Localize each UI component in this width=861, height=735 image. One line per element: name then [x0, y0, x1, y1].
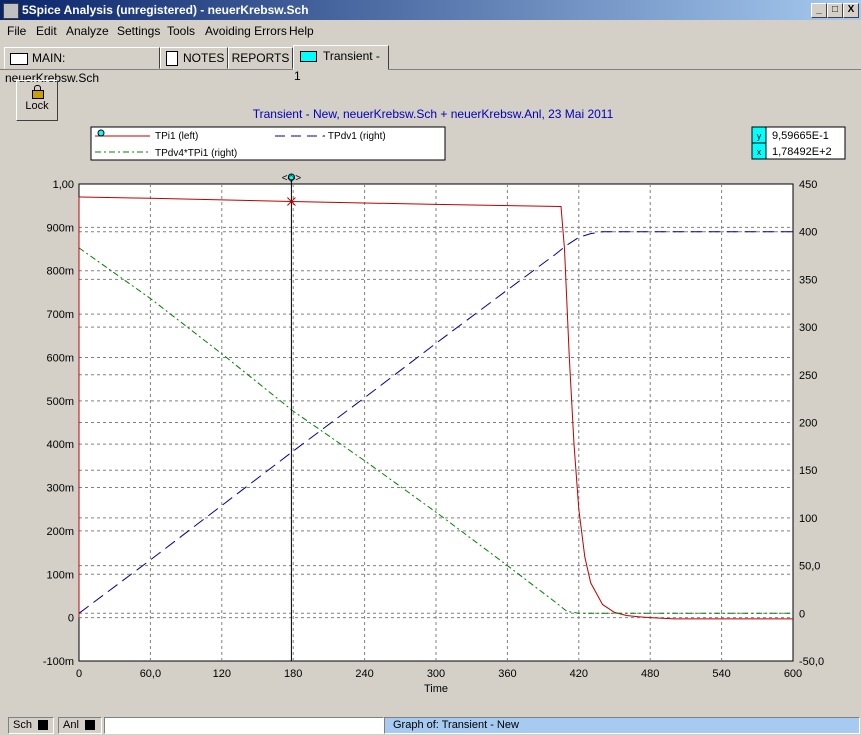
x-axis-label: Time: [424, 683, 448, 695]
window-title: 5Spice Analysis (unregistered) - neuerKr…: [22, 3, 309, 17]
y-right-tick-label: 300: [799, 322, 817, 334]
cursor-marker-label: <◇>: [282, 173, 302, 184]
status-blank: [104, 717, 384, 734]
x-tick-label: 120: [213, 668, 231, 680]
menu-tools[interactable]: Tools: [167, 24, 195, 38]
maximize-button[interactable]: □: [827, 3, 843, 18]
y-right-tick-label: 150: [799, 465, 817, 477]
y-right-tick-label: 450: [799, 179, 817, 191]
menu-help[interactable]: Help: [289, 24, 314, 38]
y-left-tick-label: 0: [68, 613, 74, 625]
x-tick-label: 600: [784, 668, 802, 680]
menu-edit[interactable]: Edit: [36, 24, 57, 38]
menu-analyze[interactable]: Analyze: [66, 24, 109, 38]
x-tick-label: 420: [570, 668, 588, 680]
notes-icon: [166, 51, 178, 67]
y-left-tick-label: 300m: [46, 483, 74, 495]
readout-x-value: 1,78492E+2: [772, 146, 832, 158]
menu-settings[interactable]: Settings: [117, 24, 160, 38]
x-tick-label: 360: [498, 668, 516, 680]
status-graph-of-label: Graph of: Transient - New: [393, 719, 519, 731]
y-left-tick-label: 900m: [46, 222, 74, 234]
x-tick-label: 60,0: [140, 668, 161, 680]
legend-label-tpdv1: - TPdv1 (right): [322, 131, 386, 142]
cursor-readout: y x 9,59665E-1 1,78492E+2: [751, 126, 846, 160]
status-graph-of: Graph of: Transient - New: [384, 717, 860, 734]
status-bar: Sch Anl Graph of: Transient - New: [0, 715, 861, 735]
y-left-tick-label: 600m: [46, 352, 74, 364]
y-left-tick-label: 700m: [46, 309, 74, 321]
y-right-tick-label: 200: [799, 418, 817, 430]
minimize-button[interactable]: _: [811, 3, 827, 18]
schematic-icon: [10, 52, 28, 65]
transient-chart[interactable]: Transient - New, neuerKrebsw.Sch + neuer…: [0, 95, 861, 705]
menu-avoiding-errors[interactable]: Avoiding Errors: [205, 24, 287, 38]
status-anl-label: Anl: [63, 719, 79, 731]
x-tick-label: 300: [427, 668, 445, 680]
x-tick-label: 540: [712, 668, 730, 680]
y-left-tick-label: 400m: [46, 439, 74, 451]
readout-x-label: x: [757, 147, 762, 157]
y-right-tick-label: 0: [799, 608, 805, 620]
save-icon: [84, 720, 95, 731]
graph-icon: [300, 51, 317, 63]
legend-label-tpdv4: TPdv4*TPi1 (right): [155, 148, 237, 159]
app-icon: [3, 3, 19, 19]
status-sch-label: Sch: [13, 719, 32, 731]
tab-notes[interactable]: NOTES: [160, 47, 228, 69]
y-right-tick-label: 50,0: [799, 561, 820, 573]
tab-transient[interactable]: Transient - 1: [293, 45, 389, 83]
tab-main[interactable]: MAIN: neuerKrebsw.Sch: [4, 47, 160, 85]
tab-reports[interactable]: REPORTS: [228, 47, 293, 69]
status-anl[interactable]: Anl: [58, 717, 102, 734]
y-left-tick-label: 100m: [46, 569, 74, 581]
y-right-tick-label: 100: [799, 513, 817, 525]
menu-file[interactable]: File: [7, 24, 26, 38]
y-left-tick-label: 500m: [46, 396, 74, 408]
y-left-tick-label: 200m: [46, 526, 74, 538]
y-right-tick-label: 400: [799, 227, 817, 239]
close-button[interactable]: X: [843, 3, 859, 18]
save-icon: [38, 720, 49, 731]
tab-notes-label: NOTES: [183, 51, 225, 65]
y-right-tick-label: 350: [799, 274, 817, 286]
menu-bar: File Edit Analyze Settings Tools Avoidin…: [0, 21, 861, 41]
x-tick-label: 0: [76, 668, 82, 680]
y-left-tick-label: 800m: [46, 266, 74, 278]
status-sch[interactable]: Sch: [8, 717, 54, 734]
legend-label-tpi1: TPi1 (left): [155, 131, 198, 142]
chart-title: Transient - New, neuerKrebsw.Sch + neuer…: [253, 107, 614, 121]
title-bar: 5Spice Analysis (unregistered) - neuerKr…: [0, 0, 861, 20]
readout-y-value: 9,59665E-1: [772, 130, 829, 142]
readout-y-label: y: [757, 131, 762, 141]
legend-cursor-marker-icon: [97, 129, 105, 137]
y-left-tick-label: 1,00: [53, 179, 74, 191]
y-right-tick-label: 250: [799, 370, 817, 382]
x-tick-label: 180: [284, 668, 302, 680]
y-right-tick-label: -50,0: [799, 656, 824, 668]
legend: TPi1 (left) - TPdv1 (right) TPdv4*TPi1 (…: [90, 126, 446, 161]
tab-bar: MAIN: neuerKrebsw.Sch NOTES REPORTS Tran…: [0, 45, 861, 85]
y-left-tick-label: -100m: [43, 656, 74, 668]
x-tick-label: 240: [355, 668, 373, 680]
x-tick-label: 480: [641, 668, 659, 680]
tab-reports-label: REPORTS: [231, 51, 290, 65]
